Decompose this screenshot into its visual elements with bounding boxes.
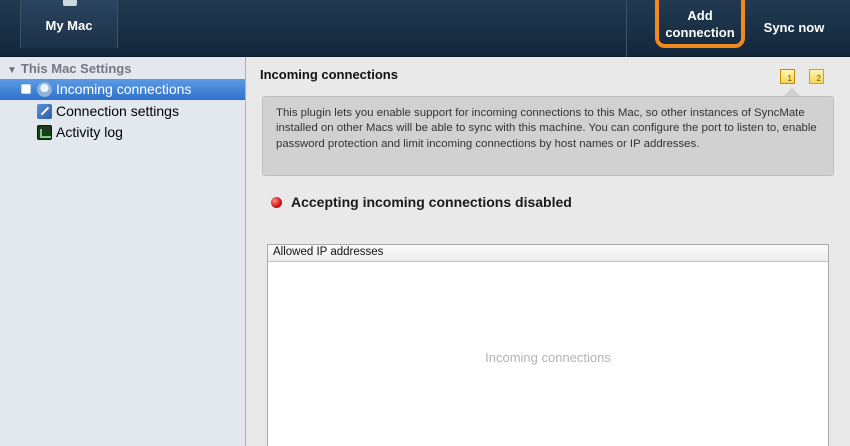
sidebar-item-incoming-connections[interactable]: Incoming connections [0,79,245,100]
my-mac-label: My Mac [45,18,93,33]
toolbar: My Mac Add connection Sync now [0,0,850,57]
mac-icon [63,0,77,6]
table-column-header[interactable]: Allowed IP addresses [268,245,828,262]
status-red-dot-icon [271,197,282,208]
add-connection-button[interactable]: Add connection [655,0,745,48]
page-title: Incoming connections [260,67,398,82]
sync-now-label: Sync now [763,20,825,35]
help-badge-1[interactable]: 1 [780,69,795,84]
allowed-ip-table[interactable]: Allowed IP addresses Incoming connection… [267,244,829,446]
add-connection-label: Add connection [665,8,735,40]
sidebar-item-label: Incoming connections [56,81,192,97]
activity-log-icon [37,125,52,140]
disclosure-triangle-icon[interactable]: ▼ [7,65,17,76]
checkbox-icon[interactable] [21,84,31,94]
table-placeholder: Incoming connections [485,350,611,365]
main-panel: Incoming connections 1 2 This plugin let… [247,57,850,446]
status-text: Accepting incoming connections disabled [291,194,572,210]
sidebar-item-connection-settings[interactable]: Connection settings [0,101,245,122]
my-mac-button[interactable]: My Mac [20,0,118,48]
info-pointer [784,87,800,96]
sidebar-item-label: Activity log [56,124,123,140]
info-box: This plugin lets you enable support for … [262,96,834,176]
sidebar-section-header[interactable]: ▼ This Mac Settings [7,61,131,76]
settings-icon [37,104,52,119]
sidebar-section-title: This Mac Settings [20,61,132,76]
help-badge-2[interactable]: 2 [809,69,824,84]
sidebar: ▼ This Mac Settings Incoming connections … [0,57,246,446]
sidebar-item-label: Connection settings [56,103,179,119]
globe-icon [37,82,52,97]
sync-now-button[interactable]: Sync now [757,20,831,35]
toolbar-divider [626,0,627,57]
sidebar-item-activity-log[interactable]: Activity log [0,122,245,143]
